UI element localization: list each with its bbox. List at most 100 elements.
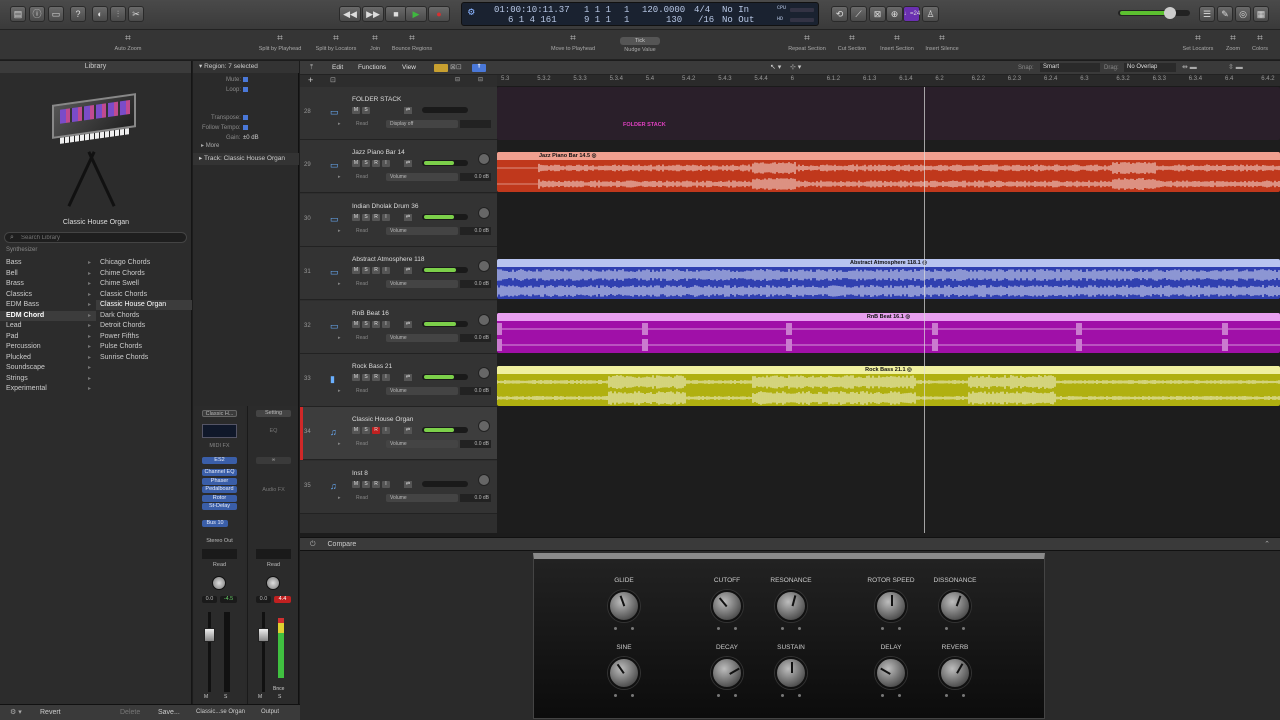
help-icon[interactable]: ? bbox=[70, 6, 86, 22]
nudge-icon[interactable]: Tick bbox=[620, 37, 660, 45]
automation-mode[interactable]: Read bbox=[256, 562, 291, 569]
solo-button[interactable]: S bbox=[362, 213, 370, 221]
knob-resonance[interactable] bbox=[775, 590, 807, 622]
inspector-toggle-icon[interactable]: ⓘ bbox=[29, 6, 45, 22]
toolbar-toggle-icon[interactable]: ▭ bbox=[48, 6, 64, 22]
region-inspector-header[interactable]: ▾ Region: 7 selected bbox=[193, 61, 299, 73]
automation-mode[interactable]: Read bbox=[356, 174, 368, 180]
automation-param[interactable]: Volume bbox=[386, 387, 458, 395]
collapse-icon[interactable]: ⌃ bbox=[1264, 538, 1270, 551]
track-volume-slider[interactable] bbox=[422, 267, 468, 274]
solo-button[interactable]: S bbox=[362, 320, 370, 328]
count-in-button[interactable]: ♩=24 bbox=[903, 6, 920, 22]
compare-button[interactable]: Compare bbox=[328, 541, 357, 548]
automation-mode[interactable]: Read bbox=[202, 562, 237, 569]
record-button[interactable]: R bbox=[372, 320, 380, 328]
record-button[interactable]: R bbox=[372, 427, 380, 435]
library-toggle-icon[interactable]: ▤ bbox=[10, 6, 26, 22]
automation-param[interactable]: Volume bbox=[386, 493, 458, 502]
solo-icon[interactable]: ⊠ bbox=[869, 6, 886, 22]
pan-knob[interactable] bbox=[478, 313, 490, 326]
volume-fader-track[interactable] bbox=[262, 612, 265, 692]
instrument-slot[interactable]: ES2 bbox=[202, 457, 237, 464]
zoom-vertical-icon[interactable]: ⇳ ▬ bbox=[1228, 63, 1243, 71]
track-header[interactable]: 34 ♫ Classic House Organ M S R I ⇄ ▸ Read Volume 0.… bbox=[300, 407, 497, 461]
audio-region[interactable]: Rock Bass 21.1 ◎ bbox=[497, 366, 1280, 406]
lcd-display[interactable]: ⚙ 01:00:10:11.37 6 1 4 161 1 1 1 9 1 1 1… bbox=[461, 2, 819, 26]
disclosure-icon[interactable]: ▸ bbox=[338, 388, 341, 394]
audio-fx-plugin-slot[interactable]: Phaser bbox=[202, 477, 237, 485]
automation-mode[interactable]: Read bbox=[356, 388, 368, 394]
knob-cutoff[interactable] bbox=[711, 590, 743, 622]
category-item[interactable]: Experimental ▸ bbox=[0, 384, 96, 394]
track-header[interactable]: 28 ▭ FOLDER STACK M S ⇄ ▸ Read Display off bbox=[300, 87, 497, 140]
save-button[interactable]: Save... bbox=[158, 709, 180, 716]
record-button[interactable]: R bbox=[372, 213, 380, 221]
master-volume-thumb[interactable] bbox=[1164, 7, 1176, 19]
track-option-icon[interactable]: ⇄ bbox=[404, 427, 412, 435]
mute-button[interactable]: M bbox=[258, 694, 262, 700]
zoom-horizontal-icon[interactable]: ⇹ ▬ bbox=[1182, 63, 1197, 71]
audio-fx-plugin-slot[interactable]: Pedalboard bbox=[202, 486, 237, 493]
functions-menu[interactable]: Functions bbox=[358, 64, 386, 71]
output-slot[interactable]: Stereo Out bbox=[202, 538, 237, 545]
param-checkbox[interactable] bbox=[243, 125, 248, 130]
knob-sustain[interactable] bbox=[775, 657, 807, 689]
audio-fx-plugin-slot[interactable]: St-Delay bbox=[202, 503, 237, 510]
automation-mode[interactable]: Read bbox=[356, 281, 368, 287]
bar-ruler[interactable]: 5.3 5.3.2 5.3.3 5.3.4 5.4 5.4.2 5.4.3 5.4.4 6 6.1… bbox=[497, 75, 1280, 87]
track-option-icon[interactable]: ⇄ bbox=[404, 160, 412, 168]
track-volume-slider[interactable] bbox=[422, 107, 468, 113]
track-volume-slider[interactable] bbox=[422, 213, 468, 220]
toolbar-bounce-regions[interactable]: ⌗ Bounce Regions bbox=[382, 34, 442, 53]
category-item[interactable]: Soundscape ▸ bbox=[0, 363, 96, 373]
master-volume-slider[interactable] bbox=[1118, 7, 1190, 19]
automation-mode[interactable]: Read bbox=[356, 441, 368, 447]
disclosure-icon[interactable]: ▸ bbox=[338, 281, 341, 287]
record-button[interactable]: ● bbox=[428, 6, 450, 22]
patch-item[interactable]: Detroit Chords bbox=[96, 321, 192, 331]
patch-item[interactable]: Sunrise Chords bbox=[96, 353, 192, 363]
input-button[interactable]: I bbox=[382, 160, 390, 168]
arrange-area[interactable]: FOLDER STACK Jazz Piano Bar 14.5 ◎ Abstrac… bbox=[497, 87, 1280, 533]
input-button[interactable]: I bbox=[382, 427, 390, 435]
pan-knob[interactable] bbox=[478, 260, 490, 273]
category-item[interactable]: Plucked ▸ bbox=[0, 353, 96, 363]
automation-mode[interactable]: Read bbox=[356, 335, 368, 341]
track-volume-slider[interactable] bbox=[422, 480, 468, 487]
mute-button[interactable]: M bbox=[204, 694, 208, 700]
category-item[interactable]: EDM Chord ▸ bbox=[0, 310, 96, 321]
more-toggle[interactable]: ▸ More bbox=[201, 142, 219, 149]
record-button[interactable]: R bbox=[372, 267, 380, 275]
category-item[interactable]: Percussion ▸ bbox=[0, 342, 96, 352]
audio-fx-plugin-slot[interactable]: Rotor bbox=[202, 494, 237, 502]
track-volume-slider[interactable] bbox=[422, 160, 468, 167]
record-button[interactable]: R bbox=[372, 480, 380, 488]
track-option-icon[interactable]: ⇄ bbox=[404, 107, 412, 114]
disclosure-icon[interactable]: ▸ bbox=[338, 174, 341, 180]
group-slot[interactable] bbox=[202, 549, 237, 559]
disclosure-icon[interactable]: ▸ bbox=[338, 228, 341, 234]
automation-param[interactable]: Volume bbox=[386, 226, 458, 235]
toolbar-split-by-playhead[interactable]: ⌗ Split by Playhead bbox=[250, 34, 310, 53]
track-header[interactable]: 35 ♫ Inst 8 M S R I ⇄ ▸ Read Volume 0.0 dB bbox=[300, 460, 497, 514]
audio-region[interactable]: Jazz Piano Bar 14.5 ◎ bbox=[497, 152, 1280, 193]
link-icon[interactable]: ∞ bbox=[256, 457, 291, 464]
power-icon[interactable]: ⏻ bbox=[310, 541, 316, 548]
solo-button[interactable]: S bbox=[362, 267, 370, 275]
edit-menu[interactable]: Edit bbox=[332, 64, 343, 71]
notepad-icon[interactable]: ✎ bbox=[1217, 6, 1233, 22]
automation-param[interactable]: Volume bbox=[386, 173, 458, 182]
category-item[interactable]: Lead ▸ bbox=[0, 321, 96, 331]
track-options-icon[interactable]: ⊟ bbox=[478, 76, 483, 83]
drag-select[interactable]: No Overlap bbox=[1124, 63, 1176, 72]
marquee-tool-icon[interactable]: ⊹ ▾ bbox=[790, 63, 801, 71]
automation-param[interactable]: Display off bbox=[386, 120, 458, 128]
audio-region[interactable]: RnB Beat 16.1 ◎ bbox=[497, 312, 1280, 353]
toolbar-move-to-playhead[interactable]: ⌗ Move to Playhead bbox=[543, 34, 603, 53]
audio-region[interactable]: Abstract Atmosphere 118.1 ◎ bbox=[497, 259, 1280, 300]
mute-button[interactable]: M bbox=[352, 427, 360, 435]
solo-button[interactable]: S bbox=[362, 160, 370, 168]
patch-item[interactable]: Power Fifths bbox=[96, 332, 192, 342]
track-header[interactable]: 31 ▭ Abstract Atmosphere 118 M S R I ⇄ ▸ Read Volu… bbox=[300, 247, 497, 301]
